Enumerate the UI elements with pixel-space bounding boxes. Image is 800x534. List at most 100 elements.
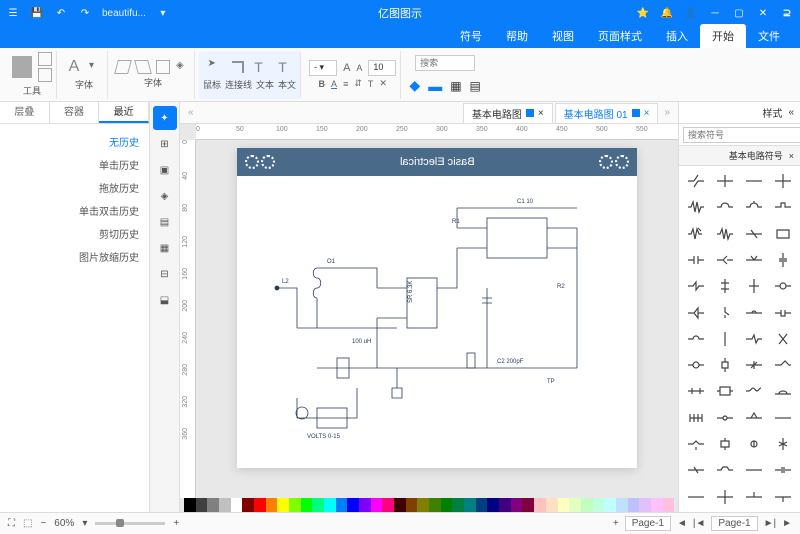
color-swatch[interactable]	[184, 498, 196, 512]
color-swatch[interactable]	[604, 498, 616, 512]
pointer-tool[interactable]: ✦	[153, 106, 177, 130]
clear-icon[interactable]: ✕	[379, 78, 387, 89]
menu-tab-view[interactable]: 视图	[540, 24, 586, 48]
connector-icon[interactable]	[232, 61, 244, 73]
electrical-symbol[interactable]	[769, 484, 798, 510]
close-icon[interactable]: ✕	[756, 6, 770, 20]
color-swatch[interactable]	[441, 498, 453, 512]
left-tab-container[interactable]: 容器	[50, 102, 100, 123]
notify-icon[interactable]: 🔔	[660, 6, 674, 20]
menu-tab-pagestyle[interactable]: 页面样式	[586, 24, 654, 48]
electrical-symbol[interactable]	[710, 247, 739, 273]
color-swatch[interactable]	[207, 498, 219, 512]
electrical-symbol[interactable]	[740, 168, 769, 194]
insert-text-icon[interactable]: T	[274, 58, 292, 76]
electrical-symbol[interactable]	[769, 457, 798, 483]
fit-icon[interactable]: ⛶	[8, 518, 15, 529]
electrical-symbol[interactable]	[681, 405, 710, 431]
color-swatch[interactable]	[476, 498, 488, 512]
page-select[interactable]: Page-1	[711, 516, 757, 531]
color-swatch[interactable]	[417, 498, 429, 512]
color-swatch[interactable]	[336, 498, 348, 512]
table-tool[interactable]: ⊟	[153, 262, 177, 286]
color-swatch[interactable]	[651, 498, 663, 512]
electrical-symbol[interactable]	[740, 247, 769, 273]
color-swatch[interactable]	[464, 498, 476, 512]
chevron-down-icon[interactable]: ▾	[82, 518, 87, 529]
electrical-symbol[interactable]	[740, 378, 769, 404]
chart-tool[interactable]: ⬓	[153, 288, 177, 312]
symbol-search-input[interactable]	[683, 127, 800, 143]
user-icon[interactable]: 👤	[684, 6, 698, 20]
electrical-symbol[interactable]	[740, 484, 769, 510]
arrange1-icon[interactable]: ▦	[450, 79, 461, 93]
layers-tool[interactable]: ◈	[153, 184, 177, 208]
electrical-symbol[interactable]	[710, 168, 739, 194]
color-swatch[interactable]	[499, 498, 511, 512]
undo-icon[interactable]: ↶	[54, 6, 68, 20]
spacing-icon[interactable]: ⇵	[354, 78, 362, 89]
electrical-symbol[interactable]	[681, 431, 710, 457]
image-tool[interactable]: ▣	[153, 158, 177, 182]
history-item[interactable]: 单击双击历史	[10, 199, 139, 222]
arrange2-icon[interactable]: ▤	[470, 79, 481, 93]
shape2-icon[interactable]	[134, 60, 152, 74]
align-icon[interactable]: ≡	[343, 79, 348, 89]
color-swatch[interactable]	[406, 498, 418, 512]
clipboard-tool[interactable]: ▦	[153, 236, 177, 260]
electrical-symbol[interactable]	[681, 484, 710, 510]
menu-tab-start[interactable]: 开始	[700, 24, 746, 48]
electrical-symbol[interactable]	[740, 221, 769, 247]
text-icon[interactable]: T	[250, 58, 268, 76]
color-swatch[interactable]	[558, 498, 570, 512]
color-swatch[interactable]	[628, 498, 640, 512]
zoom-plus[interactable]: +	[173, 518, 179, 529]
color-swatch[interactable]	[359, 498, 371, 512]
electrical-symbol[interactable]	[710, 484, 739, 510]
left-tab-recent[interactable]: 最近	[99, 102, 149, 123]
color-swatch[interactable]	[429, 498, 441, 512]
electrical-symbol[interactable]	[769, 221, 798, 247]
page-nav-left[interactable]: ◄	[677, 518, 687, 529]
color-swatch[interactable]	[581, 498, 593, 512]
color-swatch[interactable]	[277, 498, 289, 512]
electrical-symbol[interactable]	[681, 247, 710, 273]
add-page-icon[interactable]: +	[613, 518, 619, 529]
electrical-symbol[interactable]	[740, 194, 769, 220]
color-swatch[interactable]	[616, 498, 628, 512]
electrical-symbol[interactable]	[681, 326, 710, 352]
electrical-symbol[interactable]	[740, 457, 769, 483]
menu-tab-file[interactable]: 文件	[746, 24, 792, 48]
color-swatch[interactable]	[394, 498, 406, 512]
layers-icon[interactable]: ◈	[176, 60, 190, 74]
color-swatch[interactable]	[324, 498, 336, 512]
menu-tab-insert[interactable]: 插入	[654, 24, 700, 48]
tabs-nav-right[interactable]: »	[660, 107, 674, 118]
left-tab-layers[interactable]: 层叠	[0, 102, 50, 123]
grid-tool[interactable]: ⊞	[153, 132, 177, 156]
electrical-symbol[interactable]	[681, 273, 710, 299]
color-swatch[interactable]	[569, 498, 581, 512]
color-swatch[interactable]	[301, 498, 313, 512]
electrical-symbol[interactable]	[740, 352, 769, 378]
upgrade-icon[interactable]: ⭐	[636, 6, 650, 20]
menu-tab-help[interactable]: 帮助	[494, 24, 540, 48]
color-swatch[interactable]	[663, 498, 675, 512]
tab-close-icon[interactable]: ×	[538, 108, 544, 119]
line-icon[interactable]: ▬	[428, 78, 442, 94]
color-swatch[interactable]	[231, 498, 243, 512]
electrical-symbol[interactable]	[681, 194, 710, 220]
color-swatch[interactable]	[522, 498, 534, 512]
color-palette[interactable]	[184, 498, 674, 512]
electrical-symbol[interactable]	[710, 221, 739, 247]
color-swatch[interactable]	[254, 498, 266, 512]
electrical-symbol[interactable]	[740, 431, 769, 457]
bold-icon[interactable]: B	[319, 79, 326, 89]
electrical-symbol[interactable]	[740, 326, 769, 352]
electrical-symbol[interactable]	[710, 300, 739, 326]
electrical-symbol[interactable]	[740, 300, 769, 326]
save-icon[interactable]: 💾	[30, 6, 44, 20]
electrical-symbol[interactable]	[769, 352, 798, 378]
history-item[interactable]: 无历史	[10, 130, 139, 153]
history-item[interactable]: 拖放历史	[10, 176, 139, 199]
